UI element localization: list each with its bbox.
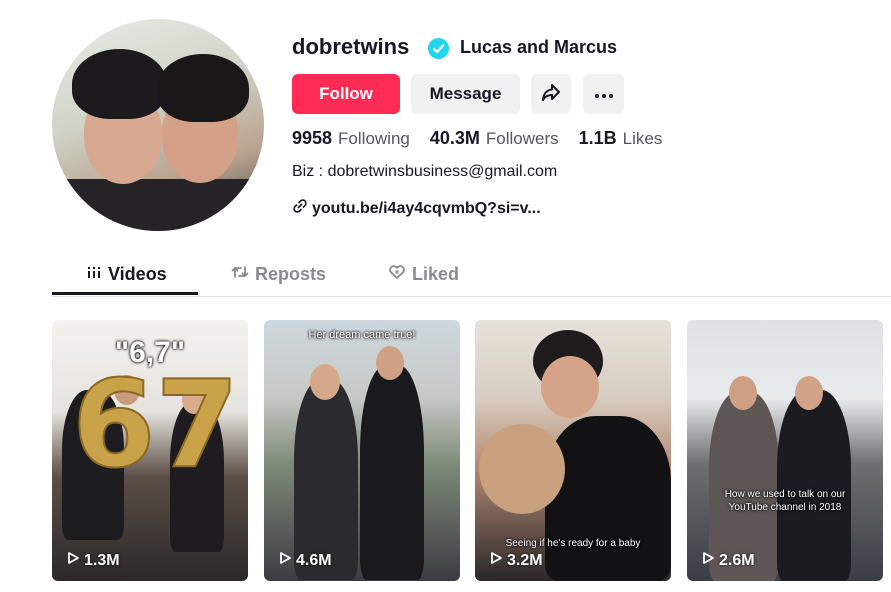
more-options-button[interactable] bbox=[583, 74, 624, 114]
video-card[interactable]: 67 "6,7" 1.3M bbox=[52, 320, 248, 581]
followers-count: 40.3M bbox=[429, 128, 480, 148]
link-icon bbox=[292, 198, 312, 219]
video-caption: How we used to talk on our YouTube chann… bbox=[687, 488, 883, 514]
person-head bbox=[479, 424, 565, 514]
more-icon bbox=[594, 84, 614, 104]
share-button[interactable] bbox=[531, 74, 571, 114]
avatar-shirt bbox=[52, 179, 264, 231]
profile-tabs: Videos Reposts Liked bbox=[52, 254, 891, 297]
followers-label[interactable]: Followers bbox=[486, 129, 559, 149]
person-figure bbox=[545, 416, 671, 581]
play-icon bbox=[66, 551, 84, 570]
video-caption: Seeing if he's ready for a baby bbox=[505, 538, 641, 549]
person-figure bbox=[360, 365, 424, 580]
video-caption: Her dream came true! bbox=[308, 329, 416, 341]
view-count: 4.6M bbox=[296, 551, 332, 569]
video-card[interactable]: Her dream came true! 4.6M bbox=[264, 320, 460, 581]
view-count: 2.6M bbox=[719, 551, 755, 569]
person-head bbox=[729, 376, 757, 410]
active-tab-indicator bbox=[52, 292, 198, 295]
verified-badge-icon bbox=[428, 38, 449, 59]
person-figure bbox=[294, 380, 358, 580]
person-head bbox=[310, 364, 340, 400]
bio-link[interactable]: youtu.be/i4ay4cqvmbQ?si=v... bbox=[292, 198, 541, 219]
following-count: 9958 bbox=[292, 128, 333, 148]
repost-icon bbox=[231, 264, 255, 285]
tab-reposts[interactable]: Reposts bbox=[231, 254, 326, 294]
message-button[interactable]: Message bbox=[411, 74, 520, 114]
video-views: 1.3M bbox=[66, 551, 120, 570]
person-head bbox=[541, 356, 599, 418]
grid-icon bbox=[86, 264, 108, 285]
person-head bbox=[376, 346, 404, 380]
likes-label: Likes bbox=[622, 129, 663, 148]
profile-stats: 9958 Following 40.3M Followers 1.1B Like… bbox=[292, 128, 682, 149]
tab-reposts-label: Reposts bbox=[255, 263, 327, 284]
tab-videos-label: Videos bbox=[108, 263, 167, 284]
video-views: 4.6M bbox=[278, 551, 332, 570]
person-figure bbox=[777, 390, 851, 581]
video-caption-line: How we used to talk on our bbox=[724, 489, 846, 500]
video-card[interactable]: Seeing if he's ready for a baby 3.2M bbox=[475, 320, 671, 581]
view-count: 1.3M bbox=[84, 551, 120, 569]
follow-button[interactable]: Follow bbox=[292, 74, 400, 114]
liked-heart-icon bbox=[388, 264, 412, 285]
balloon-number: 67 bbox=[71, 356, 240, 495]
tab-liked[interactable]: Liked bbox=[388, 254, 459, 294]
tab-videos[interactable]: Videos bbox=[86, 254, 167, 294]
video-caption: "6,7" bbox=[114, 336, 186, 369]
video-card[interactable]: How we used to talk on our YouTube chann… bbox=[687, 320, 883, 581]
view-count: 3.2M bbox=[507, 551, 543, 569]
play-icon bbox=[701, 551, 719, 570]
username: dobretwins bbox=[292, 34, 410, 59]
play-icon bbox=[278, 551, 296, 570]
video-caption-line: YouTube channel in 2018 bbox=[728, 502, 842, 513]
share-icon bbox=[540, 81, 562, 108]
video-views: 3.2M bbox=[489, 551, 543, 570]
nickname: Lucas and Marcus bbox=[460, 37, 618, 57]
following-label[interactable]: Following bbox=[338, 129, 410, 149]
bio-link-text: youtu.be/i4ay4cqvmbQ?si=v... bbox=[312, 199, 541, 217]
likes-count: 1.1B bbox=[578, 128, 617, 148]
play-icon bbox=[489, 551, 507, 570]
tab-liked-label: Liked bbox=[412, 263, 460, 284]
profile-avatar[interactable] bbox=[52, 19, 264, 231]
avatar-hair-right bbox=[157, 54, 249, 122]
avatar-hair-left bbox=[72, 49, 167, 119]
bio-text: Biz : dobretwinsbusiness@gmail.com bbox=[292, 163, 558, 180]
person-head bbox=[795, 376, 823, 410]
video-views: 2.6M bbox=[701, 551, 755, 570]
